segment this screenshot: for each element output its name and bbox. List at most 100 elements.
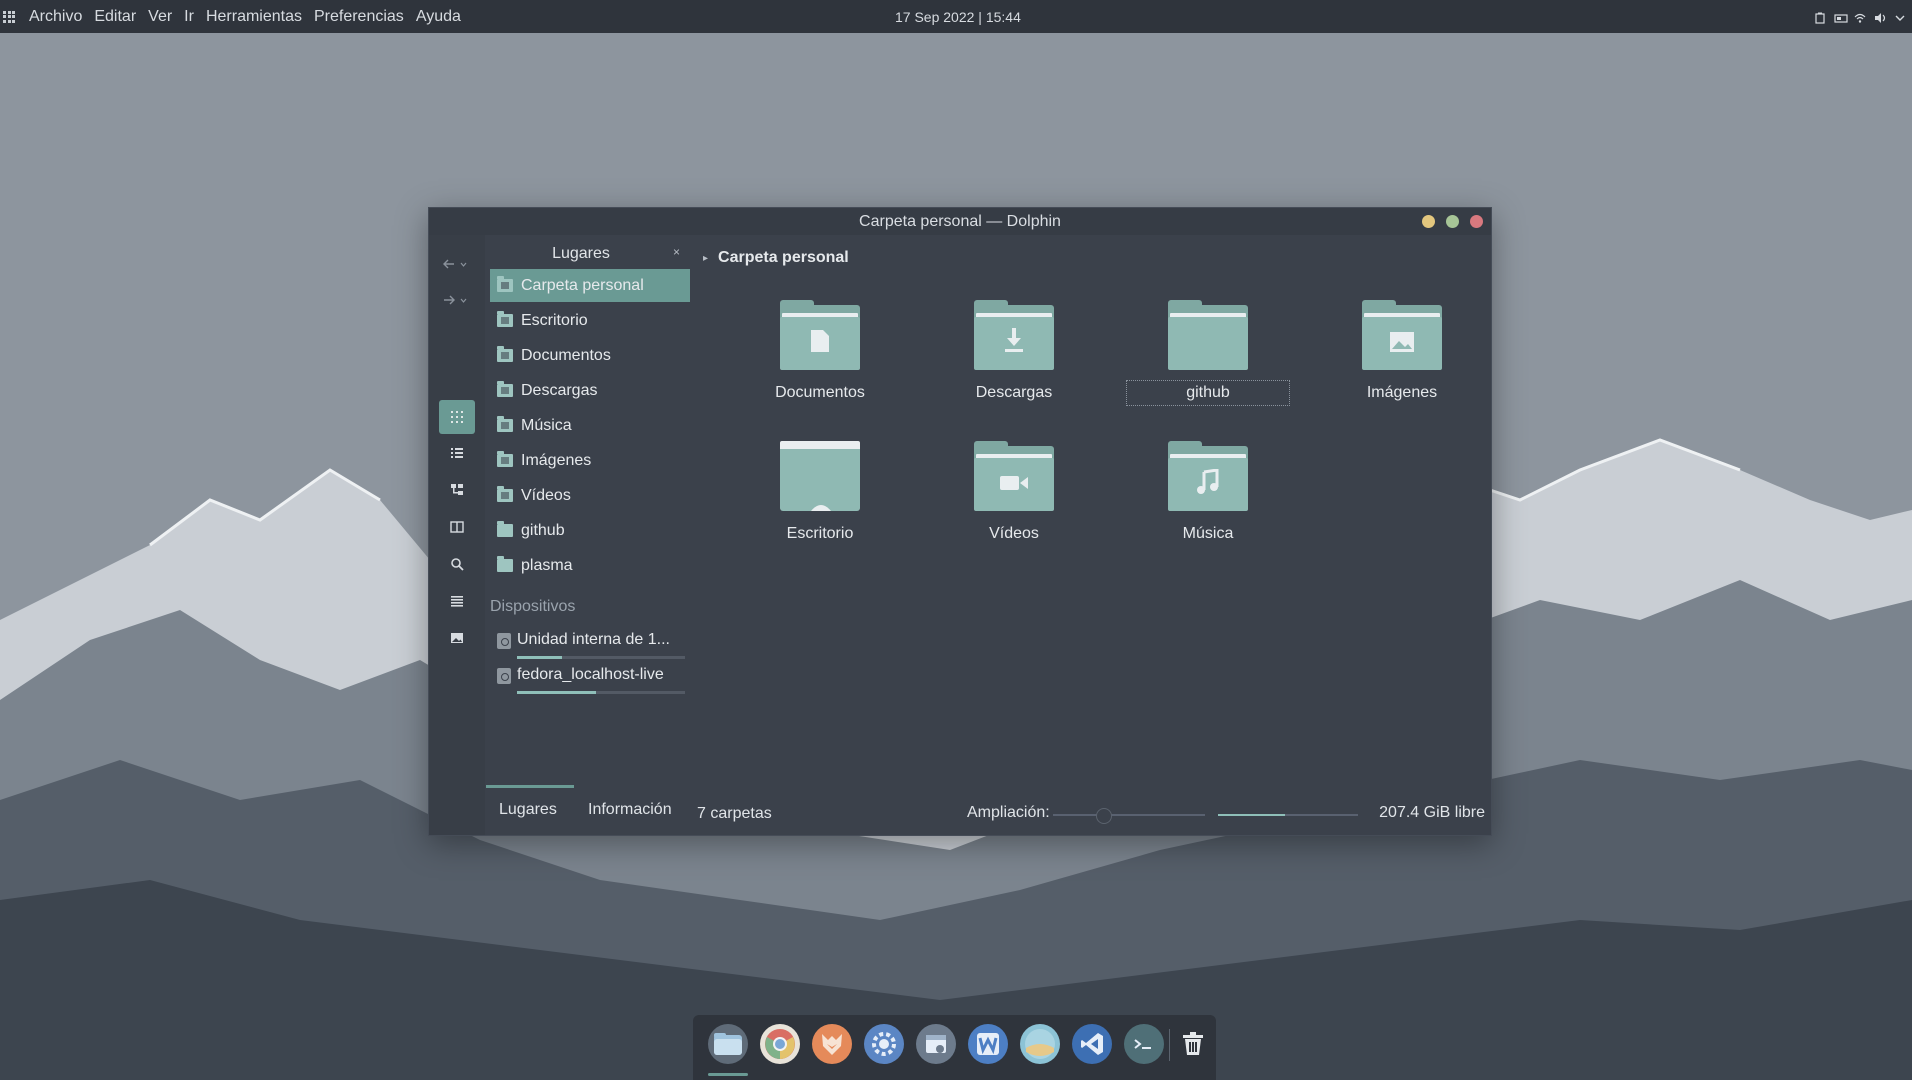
- breadcrumb-arrow-icon: ▸: [703, 252, 709, 264]
- top-panel: Archivo Editar Ver Ir Herramientas Prefe…: [0, 0, 1912, 33]
- folder-label: Escritorio: [786, 525, 854, 542]
- software-store-icon[interactable]: [916, 1024, 956, 1064]
- firefox-icon[interactable]: [812, 1024, 852, 1064]
- sidebar-item-label: Escritorio: [521, 311, 588, 329]
- sidebar-item-musica[interactable]: Música: [490, 409, 690, 442]
- menu-editar[interactable]: Editar: [88, 0, 142, 33]
- details-view-button[interactable]: [439, 473, 475, 507]
- maximize-button[interactable]: [1446, 215, 1459, 228]
- folder-item-musica[interactable]: Música: [1130, 441, 1270, 561]
- tab-lugares[interactable]: Lugares: [499, 801, 557, 819]
- sidebar-item-label: Vídeos: [521, 486, 571, 504]
- system-tray: [1814, 0, 1906, 33]
- folder-item-videos[interactable]: Vídeos: [936, 441, 1076, 561]
- split-view-button[interactable]: [439, 510, 475, 544]
- search-icon: [451, 558, 464, 571]
- folder-label: Documentos: [775, 384, 865, 401]
- device-label: fedora_localhost-live: [517, 666, 664, 683]
- menu-button[interactable]: [439, 584, 475, 618]
- documents-folder-icon: [497, 346, 513, 362]
- window-title: Carpeta personal — Dolphin: [859, 213, 1061, 230]
- chevron-down-icon[interactable]: [1894, 11, 1906, 23]
- menu-herramientas[interactable]: Herramientas: [200, 0, 308, 33]
- zoom-slider[interactable]: [1053, 814, 1205, 816]
- devices-section-label: Dispositivos: [490, 598, 576, 615]
- places-close-button[interactable]: ×: [673, 245, 680, 259]
- menu-ayuda[interactable]: Ayuda: [410, 0, 467, 33]
- title-bar[interactable]: Carpeta personal — Dolphin: [429, 208, 1491, 235]
- preview-button[interactable]: [439, 621, 475, 655]
- folder-icon: [497, 556, 513, 572]
- dolphin-window: Carpeta personal — Dolphin Lugares × Car…: [428, 207, 1492, 836]
- dock: [693, 1015, 1216, 1080]
- drive-icon: [497, 668, 511, 684]
- forward-button[interactable]: [441, 289, 471, 311]
- storage-icon[interactable]: [1834, 11, 1848, 23]
- desktop-icon: [780, 441, 860, 511]
- sidebar-item-github[interactable]: github: [490, 514, 690, 547]
- sidebar-item-descargas[interactable]: Descargas: [490, 374, 690, 407]
- video-icon: [974, 441, 1054, 511]
- pictures-folder-icon: [497, 451, 513, 467]
- minimize-button[interactable]: [1422, 215, 1435, 228]
- folder-item-descargas[interactable]: Descargas: [936, 300, 1076, 420]
- clock[interactable]: 17 Sep 2022 | 15:44: [895, 0, 1021, 33]
- sidebar-item-label: Carpeta personal: [521, 276, 644, 294]
- zoom-slider-handle[interactable]: [1096, 808, 1113, 824]
- settings-icon[interactable]: [864, 1024, 904, 1064]
- terminal-icon[interactable]: [1124, 1024, 1164, 1064]
- tab-informacion[interactable]: Información: [588, 801, 672, 819]
- sidebar-item-label: Descargas: [521, 381, 598, 399]
- menu-preferencias[interactable]: Preferencias: [308, 0, 410, 33]
- sidebar-item-documentos[interactable]: Documentos: [490, 339, 690, 372]
- menu-ir[interactable]: Ir: [178, 0, 200, 33]
- folder-item-documentos[interactable]: Documentos: [742, 300, 882, 420]
- sidebar-item-imagenes[interactable]: Imágenes: [490, 444, 690, 477]
- folder-item-escritorio[interactable]: Escritorio: [742, 441, 882, 561]
- image-viewer-icon[interactable]: [1020, 1024, 1060, 1064]
- device-item[interactable]: fedora_localhost-live: [490, 659, 690, 694]
- folder-label: Descargas: [975, 384, 1053, 401]
- device-item[interactable]: Unidad interna de 1...: [490, 624, 690, 659]
- grid-icon: [451, 411, 463, 423]
- trash-icon[interactable]: [1173, 1024, 1213, 1064]
- music-icon: [1168, 441, 1248, 511]
- search-button[interactable]: [439, 547, 475, 581]
- vscode-icon[interactable]: [1072, 1024, 1112, 1064]
- battery-icon[interactable]: [1814, 11, 1826, 24]
- sidebar-item-escritorio[interactable]: Escritorio: [490, 304, 690, 337]
- desktop-folder-icon: [497, 311, 513, 327]
- menu-ver[interactable]: Ver: [142, 0, 178, 33]
- menu-archivo[interactable]: Archivo: [23, 0, 88, 33]
- close-button[interactable]: [1470, 215, 1483, 228]
- writer-icon[interactable]: [968, 1024, 1008, 1064]
- sidebar-item-carpeta-personal[interactable]: Carpeta personal: [490, 269, 690, 302]
- icons-view-button[interactable]: [439, 400, 475, 434]
- compact-view-button[interactable]: [439, 436, 475, 470]
- running-indicator: [708, 1073, 748, 1076]
- sidebar-item-videos[interactable]: Vídeos: [490, 479, 690, 512]
- volume-icon[interactable]: [1874, 11, 1886, 23]
- chrome-icon[interactable]: [760, 1024, 800, 1064]
- breadcrumb[interactable]: ▸ Carpeta personal: [697, 247, 849, 269]
- sidebar-item-label: github: [521, 521, 565, 539]
- folder-item-github[interactable]: github: [1126, 300, 1290, 420]
- file-manager-icon[interactable]: [708, 1024, 748, 1064]
- free-space-fill: [1218, 814, 1286, 816]
- back-button[interactable]: [441, 253, 471, 275]
- wifi-icon[interactable]: [1854, 11, 1866, 23]
- folder-item-imagenes[interactable]: Imágenes: [1324, 300, 1464, 420]
- home-folder-icon: [497, 276, 513, 292]
- app-launcher-icon[interactable]: [3, 10, 15, 23]
- dock-separator: [1169, 1029, 1170, 1061]
- image-icon: [1362, 300, 1442, 370]
- folder-view: ▸ Carpeta personal Documentos Descargas …: [697, 235, 1491, 835]
- device-label: Unidad interna de 1...: [517, 631, 670, 648]
- device-usage-bar: [517, 691, 685, 694]
- sidebar-item-plasma[interactable]: plasma: [490, 549, 690, 582]
- status-bar: 7 carpetas Ampliación: 207.4 GiB libre: [697, 783, 1491, 835]
- places-panel: Lugares × Carpeta personal Escritorio Do…: [486, 235, 696, 835]
- sidebar-item-label: plasma: [521, 556, 573, 574]
- breadcrumb-current[interactable]: Carpeta personal: [718, 249, 849, 267]
- folder-label: Música: [1182, 525, 1234, 542]
